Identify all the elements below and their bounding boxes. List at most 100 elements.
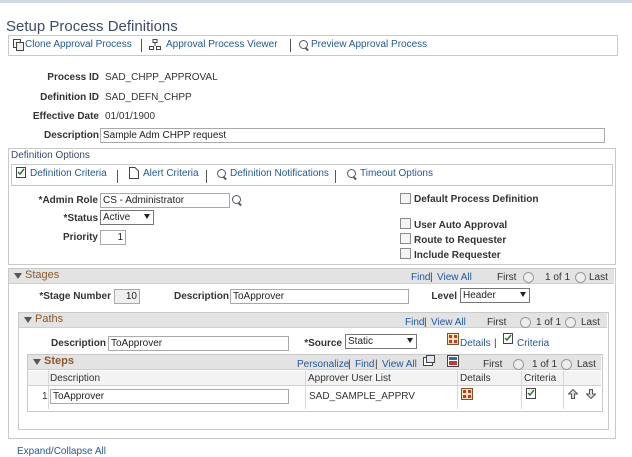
status-label: *Status (63, 213, 98, 224)
steps-title: Steps (44, 355, 74, 367)
process-id-value: SAD_CHPP_APPROVAL (105, 72, 218, 83)
include-requester-checkbox[interactable] (400, 248, 411, 259)
paths-count: 1 of 1 (536, 317, 562, 328)
paths-title: Paths (35, 313, 64, 325)
nav-separator: | (494, 338, 497, 349)
path-details-link[interactable]: Details (460, 338, 491, 349)
stage-number-input[interactable]: 10 (114, 289, 140, 304)
level-select[interactable]: Header (460, 288, 530, 303)
clone-icon (13, 39, 24, 51)
collapse-triangle-icon[interactable] (33, 359, 41, 365)
row-number: 1 (42, 391, 48, 402)
links-separator (117, 170, 118, 183)
steps-first-label: First (483, 359, 503, 370)
top-border (0, 0, 632, 3)
next-row-icon[interactable] (561, 359, 572, 370)
timeout-options-link[interactable]: Timeout Options (360, 168, 433, 179)
paths-view-all-link[interactable]: View All (431, 317, 466, 328)
download-excel-icon[interactable] (447, 355, 459, 367)
arrow-up-icon[interactable] (568, 389, 578, 399)
alert-criteria-link[interactable]: Alert Criteria (143, 168, 199, 179)
previous-row-icon[interactable] (520, 317, 531, 328)
stage-number-label: *Stage Number (39, 291, 111, 302)
search-icon (299, 40, 308, 49)
collapse-triangle-icon[interactable] (14, 273, 22, 279)
previous-row-icon[interactable] (523, 272, 534, 283)
nav-separator: | (424, 317, 427, 328)
process-id-label: Process ID (47, 72, 99, 83)
user-auto-approval-label: User Auto Approval (414, 220, 508, 231)
stages-find-link[interactable]: Find (411, 272, 430, 283)
lookup-search-icon[interactable] (232, 195, 241, 204)
approval-process-viewer-link[interactable]: Approval Process Viewer (166, 39, 278, 50)
source-select-value: Static (348, 336, 374, 347)
column-header-criteria: Criteria (524, 373, 557, 384)
details-grid-icon (447, 333, 459, 345)
route-to-requester-label: Route to Requester (414, 235, 507, 246)
action-toolbar: Clone Approval Process Approval Process … (8, 35, 618, 56)
steps-count: 1 of 1 (532, 359, 558, 370)
source-label: *Source (304, 338, 342, 349)
stage-description-input[interactable]: ToApprover (230, 289, 409, 304)
links-separator (206, 170, 207, 183)
nav-separator: | (375, 359, 378, 370)
paths-last-label: Last (581, 317, 600, 328)
criteria-icon (16, 167, 26, 178)
column-divider (305, 371, 306, 409)
new-window-icon[interactable] (423, 355, 435, 367)
admin-role-input[interactable]: CS - Administrator (100, 193, 230, 208)
priority-input[interactable]: 1 (100, 230, 126, 245)
definition-notifications-link[interactable]: Definition Notifications (230, 168, 329, 179)
stages-last-label: Last (589, 272, 608, 283)
steps-find-link[interactable]: Find (355, 359, 374, 370)
stages-title: Stages (25, 269, 60, 281)
steps-view-all-link[interactable]: View All (382, 359, 417, 370)
status-select-value: Active (103, 212, 131, 223)
paths-header[interactable]: Paths (19, 313, 607, 328)
column-divider (563, 371, 564, 409)
stage-description-label: Description (173, 291, 229, 302)
path-description-input[interactable]: ToApprover (108, 336, 289, 351)
effective-date-label: Effective Date (32, 111, 99, 122)
collapse-triangle-icon[interactable] (24, 317, 32, 323)
chevron-down-icon (520, 292, 526, 297)
details-grid-icon[interactable] (461, 388, 473, 400)
column-header-description: Description (50, 373, 101, 384)
step-description-input[interactable]: ToApprover (50, 389, 289, 404)
path-criteria-link[interactable]: Criteria (517, 338, 549, 349)
criteria-icon (503, 333, 513, 344)
search-icon (347, 169, 356, 178)
clone-approval-process-link[interactable]: Clone Approval Process (25, 39, 132, 50)
definition-id-label: Definition ID (40, 92, 99, 103)
paths-first-label: First (487, 317, 507, 328)
column-header-approver: Approver User List (308, 373, 391, 384)
previous-row-icon[interactable] (513, 359, 524, 370)
criteria-icon[interactable] (526, 388, 537, 400)
column-header-details: Details (460, 373, 491, 384)
description-label: Description (43, 130, 99, 141)
nav-separator: | (430, 272, 433, 283)
footer-divider (8, 438, 614, 439)
status-select[interactable]: Active (100, 210, 154, 225)
default-process-checkbox[interactable] (400, 193, 411, 204)
steps-last-label: Last (577, 359, 596, 370)
definition-criteria-link[interactable]: Definition Criteria (30, 168, 107, 179)
source-select[interactable]: Static (345, 334, 417, 349)
chevron-down-icon (407, 338, 413, 343)
next-row-icon[interactable] (565, 317, 576, 328)
stages-count: 1 of 1 (545, 272, 571, 283)
paths-find-link[interactable]: Find (405, 317, 424, 328)
search-icon (217, 169, 226, 178)
stages-view-all-link[interactable]: View All (437, 272, 472, 283)
next-row-icon[interactable] (575, 272, 586, 283)
description-input[interactable]: Sample Adm CHPP request (100, 128, 605, 143)
definition-id-value: SAD_DEFN_CHPP (105, 92, 192, 103)
arrow-down-icon[interactable] (586, 389, 596, 399)
process-viewer-icon (149, 39, 161, 50)
level-label: Level (431, 291, 457, 302)
user-auto-approval-checkbox[interactable] (400, 218, 411, 229)
nav-separator: | (348, 359, 351, 370)
route-to-requester-checkbox[interactable] (400, 233, 411, 244)
steps-personalize-link[interactable]: Personalize (297, 359, 349, 370)
preview-approval-process-link[interactable]: Preview Approval Process (311, 39, 427, 50)
